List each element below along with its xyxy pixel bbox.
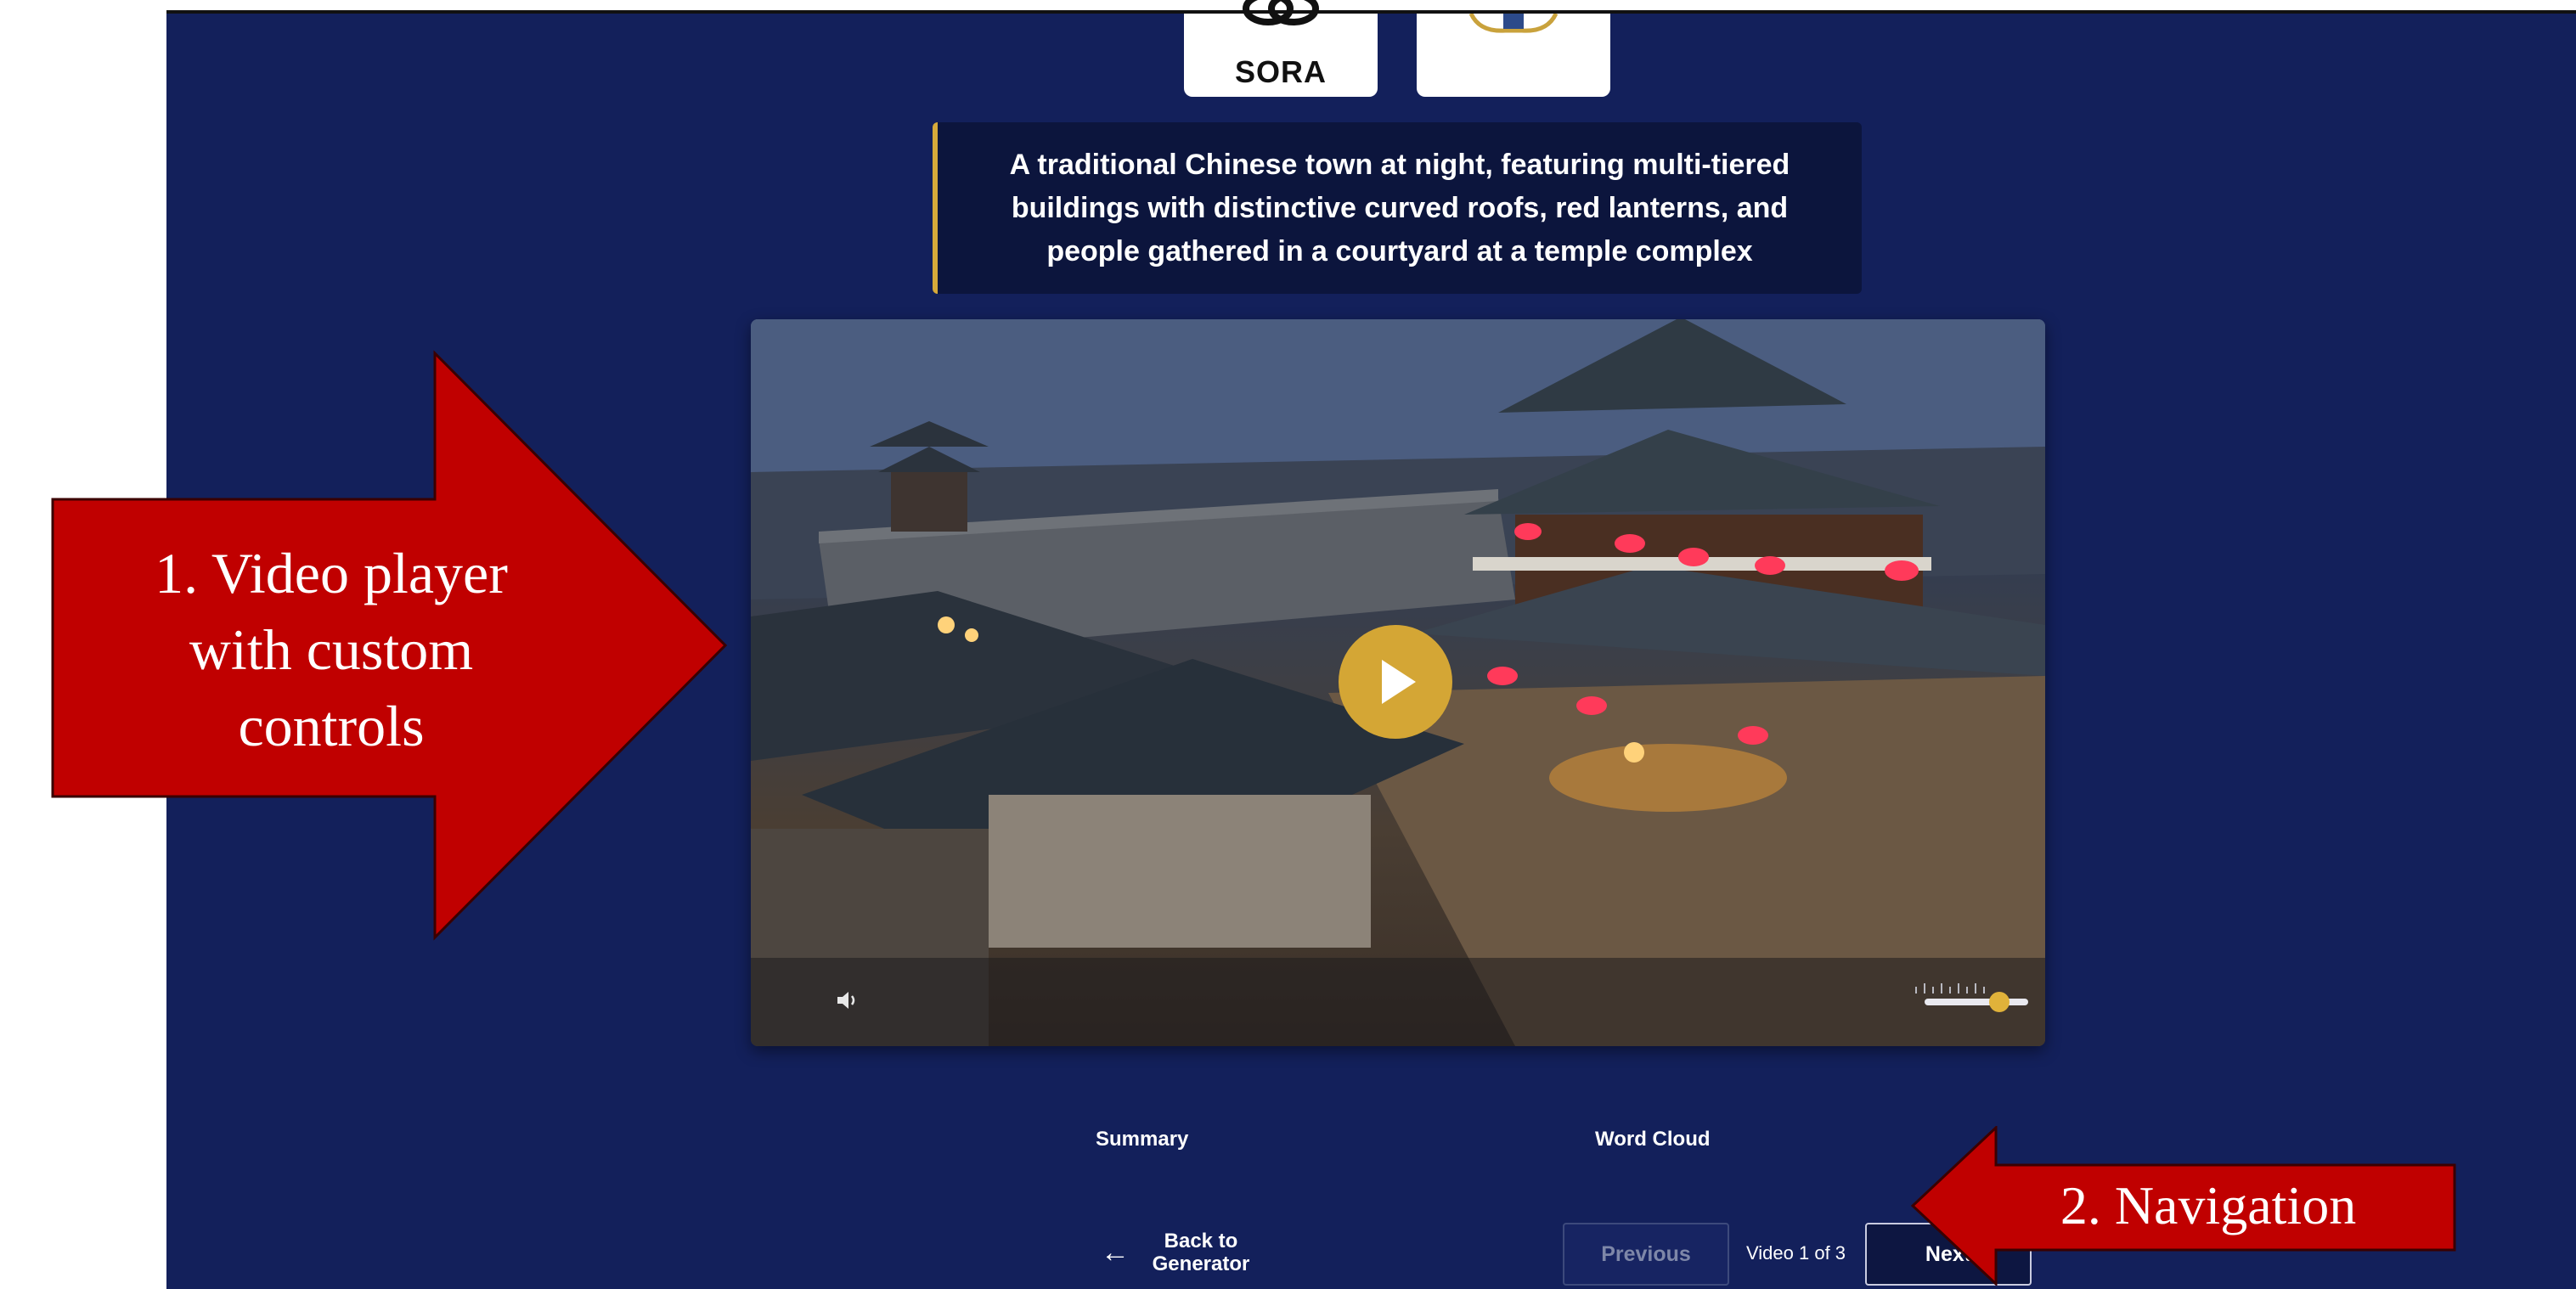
volume-slider[interactable]: [1925, 992, 2028, 1012]
partner-logo-emblem: [1468, 14, 1559, 33]
prompt-caption: A traditional Chinese town at night, fea…: [933, 122, 1862, 294]
sora-logo-mark: [1243, 0, 1319, 25]
volume-tick-marks: [1915, 983, 1985, 993]
play-icon: [1382, 660, 1416, 704]
arrow-left-icon: ←: [1101, 1236, 1130, 1269]
video-control-bar: [751, 958, 2045, 1046]
annotation-label-video-player: 1. Video player with custom controls: [155, 541, 508, 758]
sora-logo-text: SORA: [1234, 54, 1327, 89]
volume-slider-thumb[interactable]: [1988, 992, 2010, 1012]
volume-icon[interactable]: [836, 990, 860, 1010]
annotation-label-navigation: 2. Navigation: [2060, 1175, 2357, 1236]
tab-word-cloud[interactable]: Word Cloud: [1595, 1128, 1711, 1151]
tab-summary[interactable]: Summary: [1096, 1128, 1188, 1151]
play-button[interactable]: [1339, 625, 1452, 739]
video-player[interactable]: [751, 319, 2045, 1046]
video-counter: Video 1 of 3: [1746, 1242, 1846, 1264]
partner-logo: [1417, 14, 1610, 97]
sora-logo: SORA: [1184, 0, 1378, 97]
previous-button[interactable]: Previous: [1563, 1223, 1729, 1286]
back-to-generator-label: Back to Generator: [1152, 1230, 1250, 1275]
back-to-generator-link[interactable]: ← Back to Generator: [1101, 1230, 1260, 1275]
